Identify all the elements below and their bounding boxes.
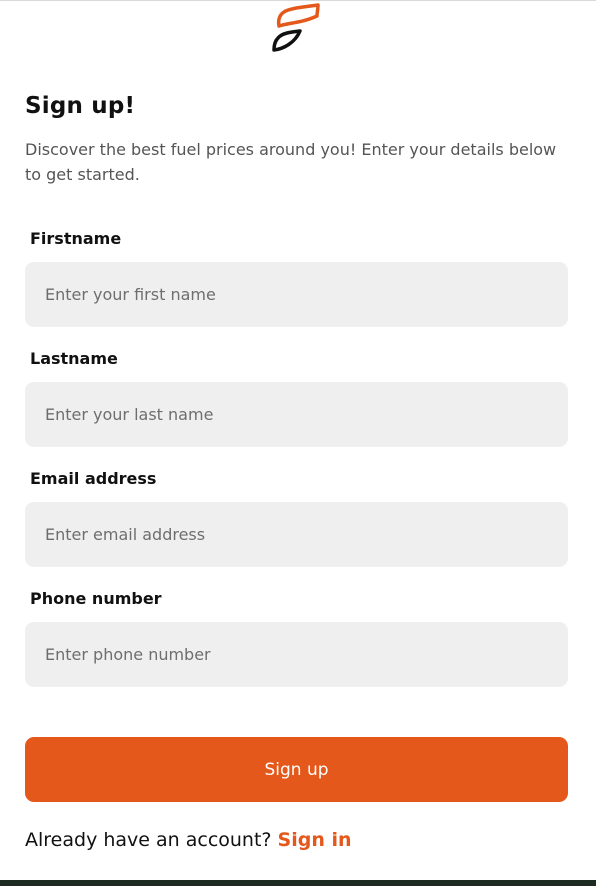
- firstname-label: Firstname: [30, 229, 122, 248]
- sign-in-link[interactable]: Sign in: [278, 829, 352, 851]
- signin-prompt-row: Already have an account? Sign in: [25, 829, 352, 851]
- email-input[interactable]: [25, 502, 568, 567]
- page-subtitle: Discover the best fuel prices around you…: [25, 140, 557, 184]
- sign-up-button[interactable]: Sign up: [25, 737, 568, 802]
- flame-leaf-logo-icon: [271, 3, 323, 53]
- signup-page: Sign up! Discover the best fuel prices a…: [0, 0, 596, 886]
- firstname-input[interactable]: [25, 262, 568, 327]
- page-title: Sign up!: [25, 93, 136, 119]
- email-label: Email address: [30, 469, 157, 488]
- lastname-input[interactable]: [25, 382, 568, 447]
- bottom-edge-bar: [0, 880, 596, 886]
- lastname-label: Lastname: [30, 349, 118, 368]
- signin-prompt-text: Already have an account?: [25, 829, 272, 851]
- phone-label: Phone number: [30, 589, 162, 608]
- phone-input[interactable]: [25, 622, 568, 687]
